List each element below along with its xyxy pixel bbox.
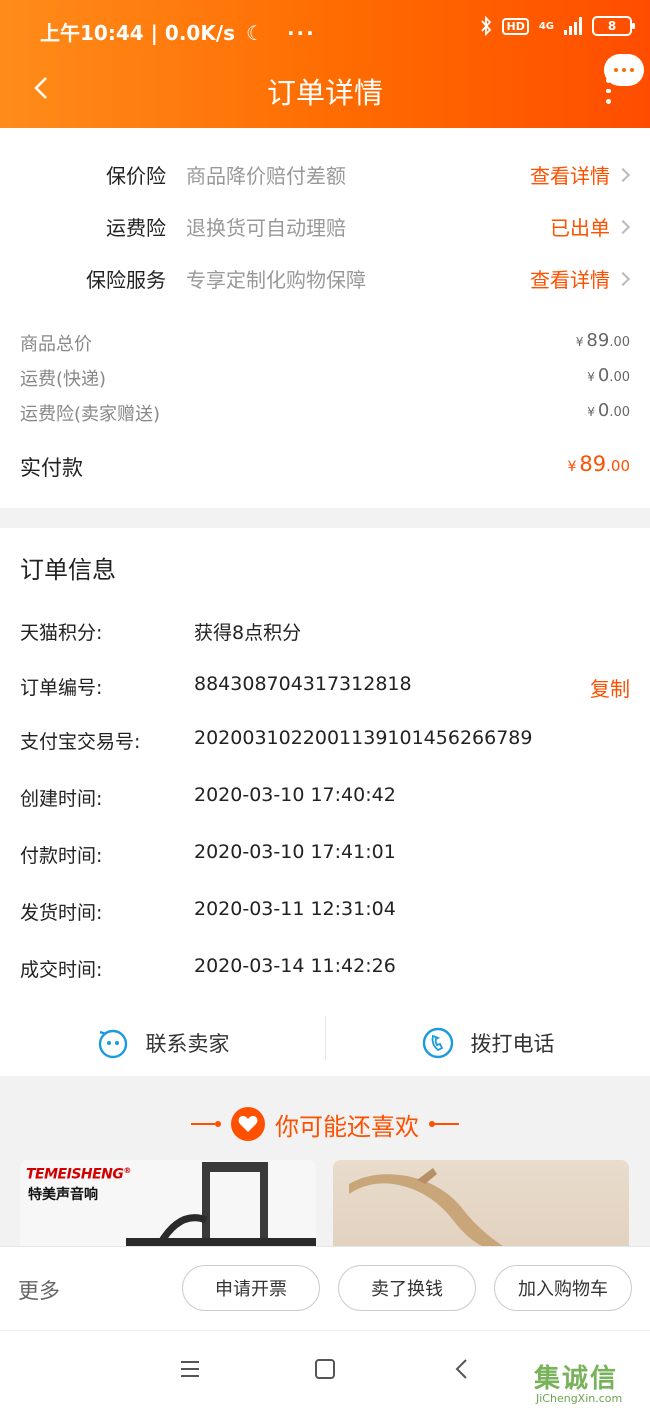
speaker-product-image [126, 1162, 316, 1250]
insurance-price-card: 保价险 商品降价赔付差额 查看详情 运费险 退换货可自动理赔 已出单 保险服务 … [0, 128, 650, 508]
recommend-title-text: 你可能还喜欢 [275, 1112, 419, 1141]
insurance-desc: 商品降价赔付差额 [186, 164, 346, 188]
status-right: HD 4G 8 [480, 16, 635, 36]
status-net-speed: 0.0K/s [164, 21, 236, 45]
status-left: 上午10:44 | 0.0K/s ☾ ··· [40, 21, 316, 45]
network-type: 4G [538, 20, 554, 32]
more-button[interactable]: 更多 [18, 1275, 60, 1305]
order-info-card: 订单信息 天猫积分: 获得8点积分 订单编号: 8843087043173128… [0, 528, 650, 1076]
insurance-desc: 退换货可自动理赔 [186, 216, 346, 240]
insurance-label: 运费险 [106, 216, 166, 240]
info-key: 付款时间: [20, 845, 103, 867]
back-triangle-icon[interactable] [450, 1357, 474, 1381]
info-key: 发货时间: [20, 902, 103, 924]
insurance-label: 保险服务 [86, 268, 166, 292]
info-key: 天猫积分: [20, 622, 103, 644]
page-title: 订单详情 [266, 76, 383, 110]
issued-link[interactable]: 已出单 [550, 212, 631, 241]
recommend-item-wood-decor[interactable] [333, 1160, 629, 1250]
recommend-title: 你可能还喜欢 [0, 1104, 650, 1144]
total-value: ¥89.00 [567, 452, 630, 476]
info-value: 获得8点积分 [194, 622, 302, 644]
chevron-right-icon [615, 167, 631, 182]
menu-icon[interactable] [178, 1357, 202, 1381]
chevron-right-icon [615, 271, 631, 286]
chat-face-icon [98, 1029, 127, 1059]
heart-icon [231, 1107, 265, 1141]
info-row-shipped-time: 发货时间: 2020-03-11 12:31:04 [20, 898, 630, 928]
order-info-title: 订单信息 [20, 556, 116, 584]
info-row-alipay-number: 支付宝交易号: 2020031022001139101456266789 [20, 727, 630, 757]
info-key: 支付宝交易号: [20, 731, 141, 753]
info-row-completed-time: 成交时间: 2020-03-14 11:42:26 [20, 955, 630, 985]
title-decoration [191, 1121, 221, 1127]
info-key: 成交时间: [20, 959, 103, 981]
price-label: 运费(快递) [20, 369, 107, 390]
add-to-cart-button[interactable]: 加入购物车 [494, 1265, 632, 1311]
call-phone-label: 拨打电话 [470, 1032, 555, 1056]
contact-seller-button[interactable]: 联系卖家 [0, 1010, 325, 1076]
watermark-logo: 集诚信 JiChengXin.com [534, 1364, 623, 1405]
status-bar: 上午10:44 | 0.0K/s ☾ ··· HD 4G 8 [0, 0, 650, 60]
more-menu-button[interactable] [606, 78, 614, 105]
info-row-paid-time: 付款时间: 2020-03-10 17:41:01 [20, 841, 630, 871]
signal-icon [564, 17, 582, 35]
insurance-row-service[interactable]: 保险服务 专享定制化购物保障 查看详情 [0, 258, 650, 298]
total-paid-row: 实付款 ¥89.00 [20, 452, 630, 482]
bottom-action-bar: 更多 申请开票 卖了换钱 加入购物车 [0, 1246, 650, 1330]
more-notifications-icon: ··· [286, 21, 316, 45]
copy-order-number-button[interactable]: 复制 [590, 673, 630, 702]
view-details-link[interactable]: 查看详情 [530, 264, 631, 293]
insurance-desc: 专享定制化购物保障 [186, 268, 366, 292]
info-value: 2020-03-10 17:40:42 [194, 784, 396, 806]
insurance-label: 保价险 [106, 164, 166, 188]
nav-bar: 订单详情 [0, 54, 650, 128]
sell-for-cash-button[interactable]: 卖了换钱 [338, 1265, 476, 1311]
wood-product-image [349, 1168, 509, 1250]
total-label: 实付款 [20, 456, 83, 480]
info-value: 884308704317312818 [194, 673, 412, 695]
price-value: ¥89.00 [575, 330, 630, 351]
battery-icon: 8 [592, 16, 635, 36]
info-row-order-number: 订单编号: 884308704317312818 复制 [20, 673, 630, 703]
insurance-row-shipping[interactable]: 运费险 退换货可自动理赔 已出单 [0, 206, 650, 246]
info-key: 创建时间: [20, 788, 103, 810]
apply-invoice-button[interactable]: 申请开票 [182, 1265, 320, 1311]
phone-icon [422, 1027, 453, 1059]
insurance-row-price-protect[interactable]: 保价险 商品降价赔付差额 查看详情 [0, 154, 650, 194]
bluetooth-icon [481, 16, 492, 36]
chevron-right-icon [615, 219, 631, 234]
info-row-points: 天猫积分: 获得8点积分 [20, 618, 630, 648]
info-key: 订单编号: [20, 677, 103, 699]
info-value: 2020-03-10 17:41:01 [194, 841, 396, 863]
price-value: ¥0.00 [587, 365, 630, 386]
price-label: 商品总价 [20, 334, 92, 355]
moon-icon: ☾ [246, 21, 264, 45]
contact-bar: 联系卖家 拨打电话 [0, 1010, 650, 1076]
recommend-item-speaker[interactable]: TEMEISHENG® 特美声音响 [20, 1160, 316, 1250]
price-value: ¥0.00 [587, 400, 630, 421]
title-decoration [429, 1121, 459, 1127]
info-row-created-time: 创建时间: 2020-03-10 17:40:42 [20, 784, 630, 814]
hd-badge: HD [502, 17, 529, 35]
info-value: 2020031022001139101456266789 [194, 727, 533, 749]
price-label: 运费险(卖家赠送) [20, 404, 161, 425]
contact-seller-label: 联系卖家 [145, 1032, 230, 1056]
app-header: 上午10:44 | 0.0K/s ☾ ··· HD 4G 8 订单详情 [0, 0, 650, 128]
view-details-link[interactable]: 查看详情 [530, 160, 631, 189]
info-value: 2020-03-14 11:42:26 [194, 955, 396, 977]
home-square-icon[interactable] [313, 1357, 337, 1381]
status-time: 上午10:44 [40, 21, 144, 45]
info-value: 2020-03-11 12:31:04 [194, 898, 396, 920]
call-phone-button[interactable]: 拨打电话 [325, 1010, 650, 1076]
